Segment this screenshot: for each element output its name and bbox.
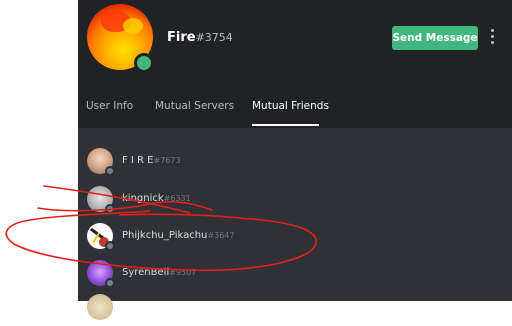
- profile-username: Fire#3754: [167, 30, 233, 45]
- username-text: Fire: [167, 30, 196, 45]
- offline-status-icon: [105, 241, 115, 251]
- mutual-friends-list: F I R E#7673 kingnick#6331 Phijkchu_Pika…: [78, 128, 512, 320]
- friend-discriminator: #3647: [207, 231, 235, 240]
- fire-avatar-glow: [123, 18, 143, 34]
- friend-username: kingnick: [122, 193, 164, 204]
- friend-username: F I R E: [122, 155, 154, 166]
- offline-status-icon: [105, 278, 115, 288]
- tab-mutual-servers[interactable]: Mutual Servers: [155, 100, 234, 112]
- friend-item[interactable]: Phijkchu_Pikachu#3647: [78, 223, 512, 255]
- active-tab-indicator: [252, 124, 319, 126]
- friend-discriminator: #7673: [153, 156, 181, 165]
- profile-header: Fire#3754 Send Message: [78, 0, 512, 80]
- offline-status-icon: [105, 204, 115, 214]
- friend-item[interactable]: F I R E#7673: [78, 148, 512, 180]
- friend-name: SyrenBell#9507: [122, 267, 196, 278]
- friend-item[interactable]: [78, 294, 512, 326]
- online-status-icon: [134, 53, 154, 73]
- friend-avatar: [87, 294, 113, 320]
- friend-discriminator: #9507: [169, 268, 197, 277]
- friend-discriminator: #6331: [163, 194, 191, 203]
- friend-name: Phijkchu_Pikachu#3647: [122, 230, 234, 241]
- friend-item[interactable]: kingnick#6331: [78, 186, 512, 218]
- friend-name: F I R E#7673: [122, 155, 181, 166]
- friend-item[interactable]: SyrenBell#9507: [78, 260, 512, 292]
- friend-name: kingnick#6331: [122, 193, 191, 204]
- offline-status-icon: [105, 166, 115, 176]
- vertical-ellipsis-icon[interactable]: [487, 29, 497, 47]
- user-profile-modal: Fire#3754 Send Message User Info Mutual …: [78, 0, 512, 320]
- tab-mutual-friends[interactable]: Mutual Friends: [252, 100, 329, 112]
- username-discriminator: #3754: [195, 31, 233, 44]
- friend-username: SyrenBell: [122, 267, 170, 278]
- send-message-button[interactable]: Send Message: [392, 26, 478, 50]
- friend-username: Phijkchu_Pikachu: [122, 230, 208, 241]
- left-blank-area: [0, 0, 78, 301]
- tab-user-info[interactable]: User Info: [86, 100, 133, 112]
- profile-tabs: User Info Mutual Servers Mutual Friends: [78, 86, 512, 128]
